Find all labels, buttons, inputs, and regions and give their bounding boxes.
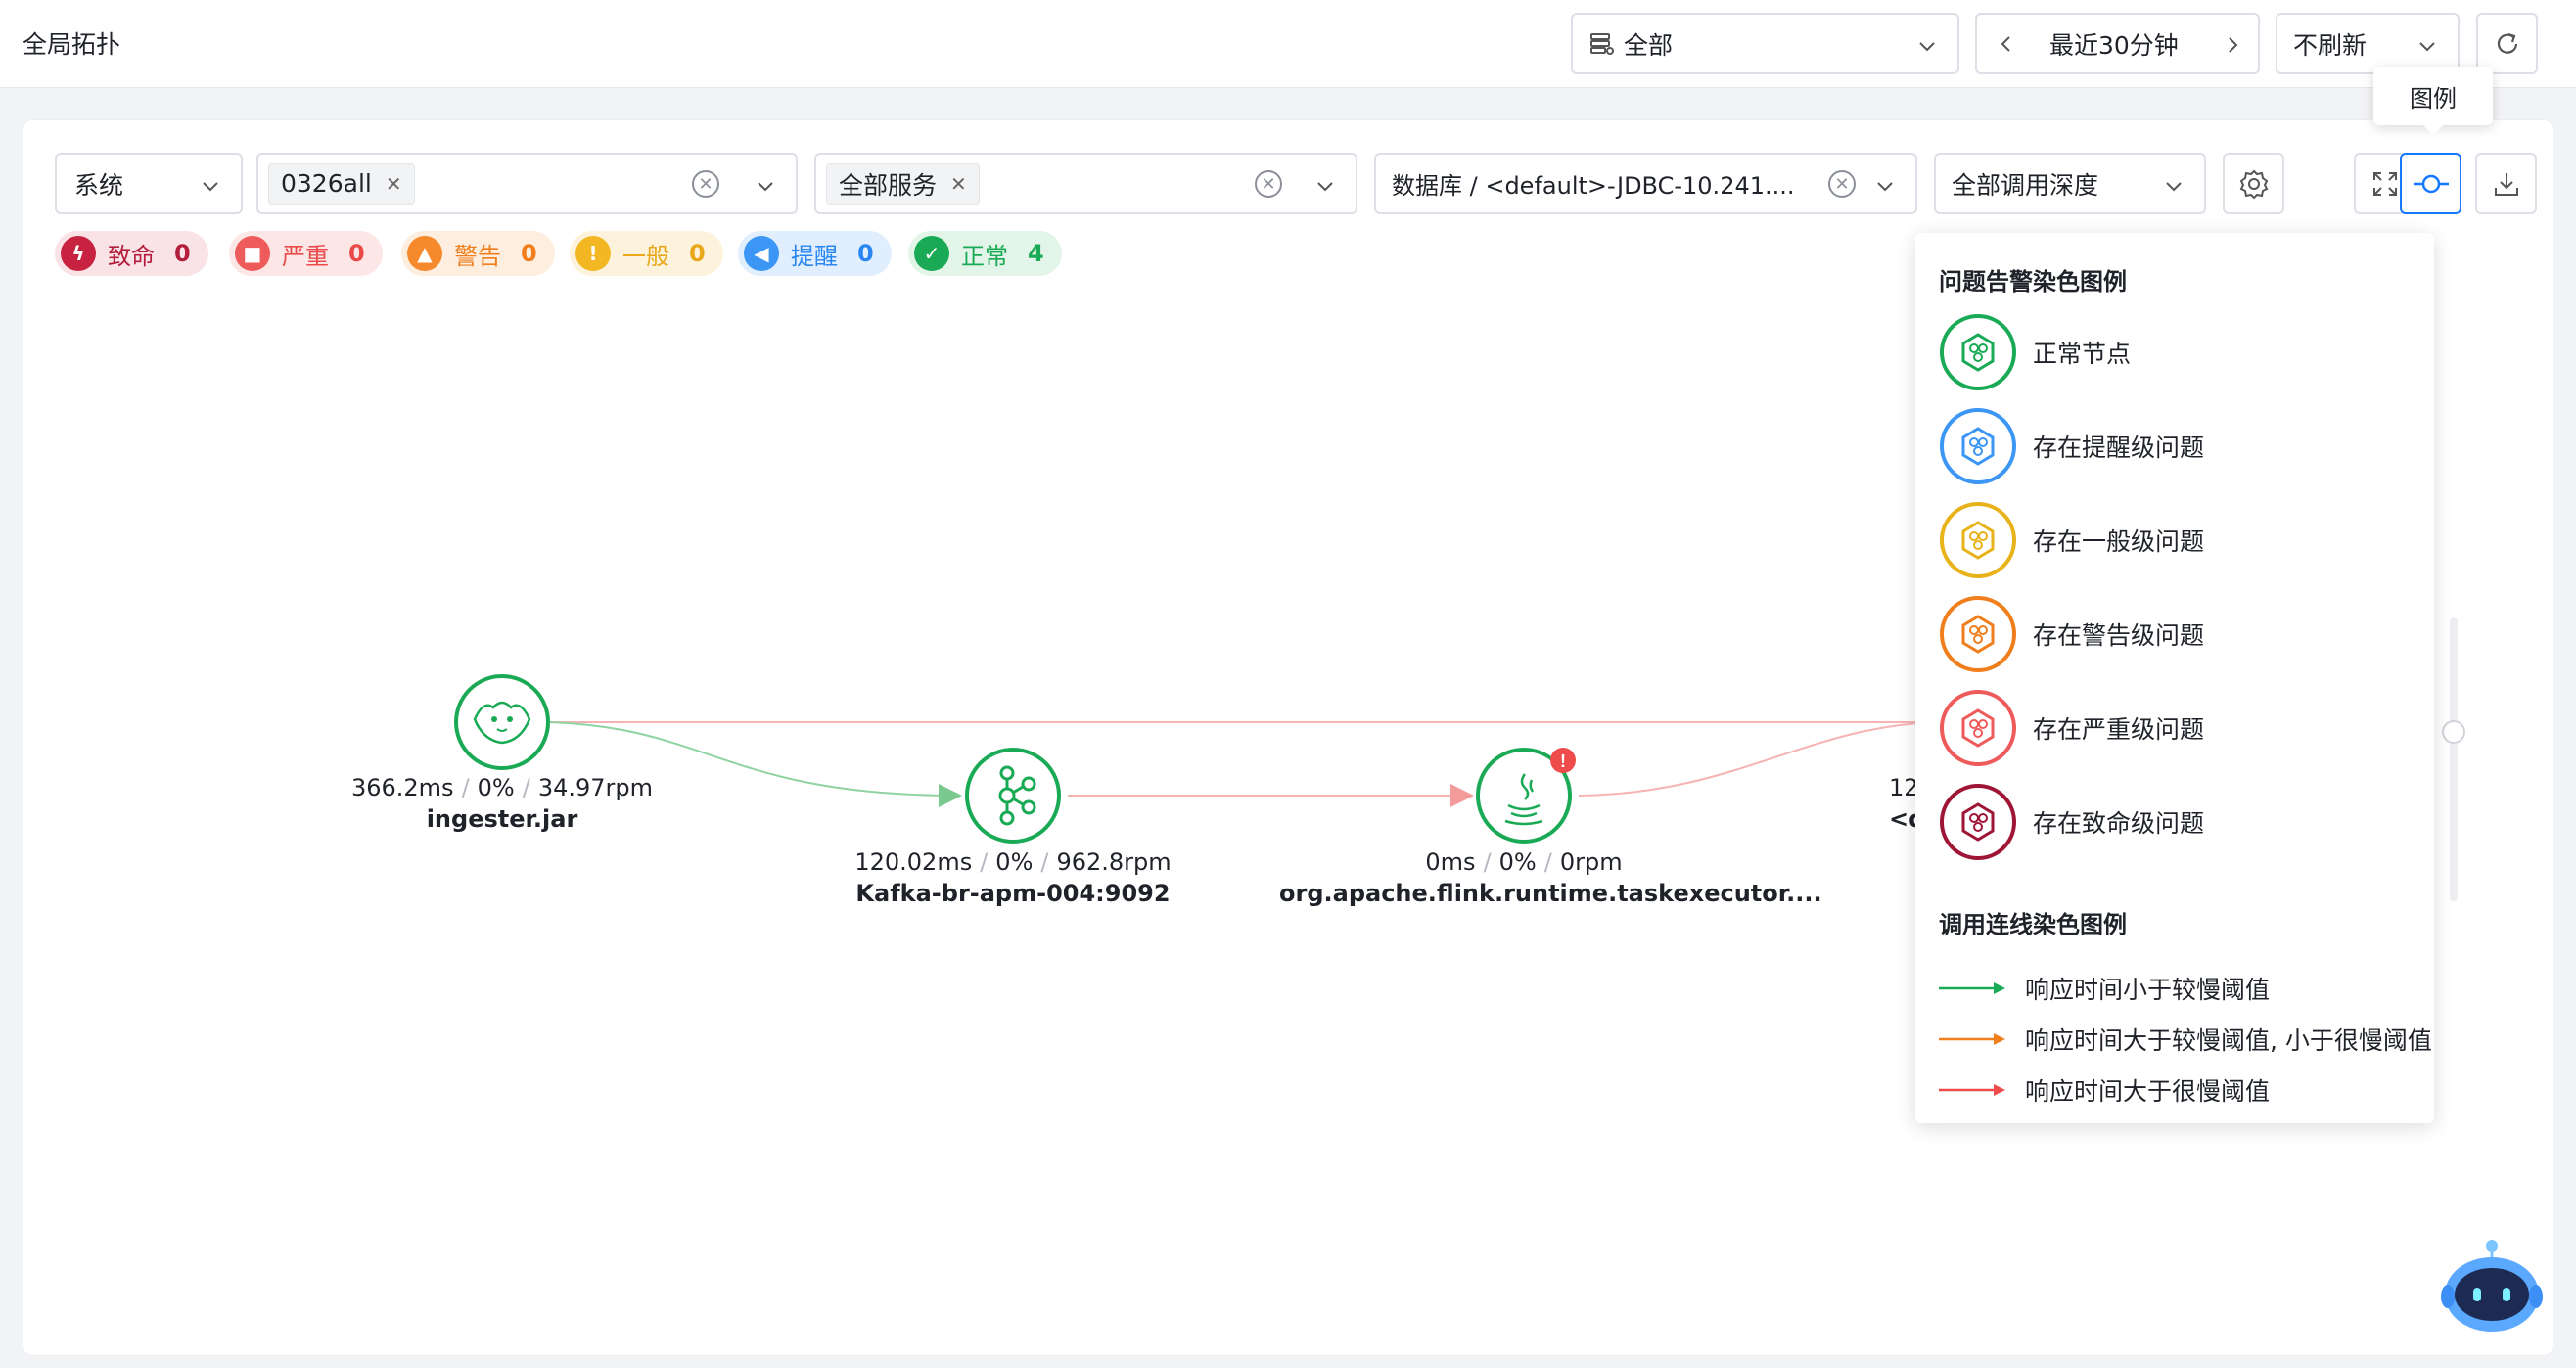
legend-line-label: 响应时间小于较慢阈值: [2025, 976, 2271, 1004]
page-title: 全局拓扑: [23, 30, 121, 59]
refresh-button[interactable]: [2476, 13, 2538, 74]
hexagon-node-icon: [1940, 314, 2016, 390]
time-range-picker[interactable]: 最近30分钟: [1975, 13, 2260, 74]
node-name: Kafka-br-apm-004:9092: [855, 880, 1171, 907]
zoom-slider[interactable]: [2450, 617, 2458, 901]
node-ingester[interactable]: [454, 674, 550, 770]
time-range-value: 最近30分钟: [2049, 30, 2179, 60]
node-error-rate: 0%: [477, 774, 515, 801]
node-flink-label: 0ms/0%/0rpm org.apache.flink.runtime.tas…: [1279, 848, 1822, 907]
hexagon-node-icon: [1940, 690, 2016, 766]
robot-icon: [2441, 1240, 2543, 1332]
refresh-select[interactable]: 不刷新: [2276, 13, 2460, 74]
edge-flink-to-db: [1578, 721, 1936, 797]
legend-item-label: 存在警告级问题: [2033, 621, 2205, 650]
legend-item-minor: 存在一般级问题: [1939, 501, 2204, 579]
node-kafka-label: 120.02ms/0%/962.8rpm Kafka-br-apm-004:90…: [851, 848, 1174, 907]
node-flink[interactable]: !: [1476, 748, 1576, 844]
node-error-rate: 0%: [995, 848, 1034, 876]
legend-item-label: 正常节点: [2033, 340, 2132, 368]
chevron-down-icon: [1916, 34, 1938, 63]
node-name: ingester.jar: [426, 805, 578, 833]
chevron-down-icon: [2416, 34, 2438, 63]
node-latency: 366.2ms: [350, 774, 454, 801]
node-latency: 0ms: [1425, 848, 1476, 876]
refresh-select-value: 不刷新: [2293, 30, 2368, 60]
node-ingester-label: 366.2ms/0%/34.97rpm ingester.jar: [345, 774, 659, 833]
legend-tooltip: 图例: [2373, 67, 2493, 135]
topology-panel: 系统 0326all ✕ ✕ 全部服务 ✕ ✕ 数据库 / <default>-…: [23, 119, 2553, 1356]
assistant-robot-button[interactable]: [2438, 1234, 2546, 1342]
legend-line-title: 调用连线染色图例: [1939, 911, 2127, 938]
chevron-right-icon[interactable]: [2223, 34, 2242, 56]
scope-select[interactable]: 全部: [1571, 13, 1959, 74]
svg-text:!: !: [1560, 752, 1566, 771]
top-bar: 全局拓扑 全部 最近30分钟 不刷新: [0, 0, 2576, 88]
hexagon-node-icon: [1940, 784, 2016, 860]
legend-item-normal: 正常节点: [1939, 313, 2131, 391]
legend-item-critical: 存在严重级问题: [1939, 689, 2204, 767]
tooltip-text: 图例: [2410, 84, 2457, 113]
legend-item-fatal: 存在致命级问题: [1939, 783, 2204, 861]
node-throughput: 0rpm: [1559, 848, 1623, 876]
legend-item-notice: 存在提醒级问题: [1939, 407, 2204, 485]
scope-select-value: 全部: [1624, 30, 1674, 60]
legend-item-warning: 存在警告级问题: [1939, 595, 2204, 673]
legend-item-label: 存在提醒级问题: [2033, 433, 2205, 462]
legend-line-label: 响应时间大于较慢阈值, 小于很慢阈值: [2025, 1026, 2432, 1055]
chevron-left-icon[interactable]: [1997, 33, 2016, 55]
legend-node-title: 问题告警染色图例: [1939, 268, 2127, 296]
hexagon-node-icon: [1940, 502, 2016, 578]
legend-line-fast: 响应时间小于较慢阈值: [1939, 969, 2270, 1008]
zoom-slider-handle[interactable]: [2442, 720, 2465, 744]
legend-line-very-slow: 响应时间大于很慢阈值: [1939, 1071, 2270, 1110]
legend-item-label: 存在一般级问题: [2033, 527, 2205, 556]
legend-popover: 问题告警染色图例 正常节点 存在提醒级问题 存在一般级问题 存在警告级问题 存在…: [1915, 233, 2434, 1123]
node-throughput: 962.8rpm: [1056, 848, 1172, 876]
arrow-line-icon: [1939, 982, 2005, 994]
node-error-rate: 0%: [1498, 848, 1537, 876]
hexagon-node-icon: [1940, 408, 2016, 484]
node-name: org.apache.flink.runtime.taskexecutor...…: [1279, 880, 1822, 907]
database-list-icon: [1588, 30, 1616, 58]
legend-item-label: 存在致命级问题: [2033, 809, 2205, 838]
hexagon-node-icon: [1940, 596, 2016, 672]
legend-line-slow: 响应时间大于较慢阈值, 小于很慢阈值: [1939, 1020, 2432, 1059]
legend-item-label: 存在严重级问题: [2033, 715, 2205, 744]
arrow-line-icon: [1939, 1084, 2005, 1096]
legend-line-label: 响应时间大于很慢阈值: [2025, 1077, 2271, 1106]
arrow-line-icon: [1939, 1033, 2005, 1045]
refresh-icon: [2492, 28, 2523, 60]
node-latency: 120.02ms: [854, 848, 973, 876]
node-throughput: 34.97rpm: [537, 774, 654, 801]
node-kafka[interactable]: [965, 748, 1061, 844]
